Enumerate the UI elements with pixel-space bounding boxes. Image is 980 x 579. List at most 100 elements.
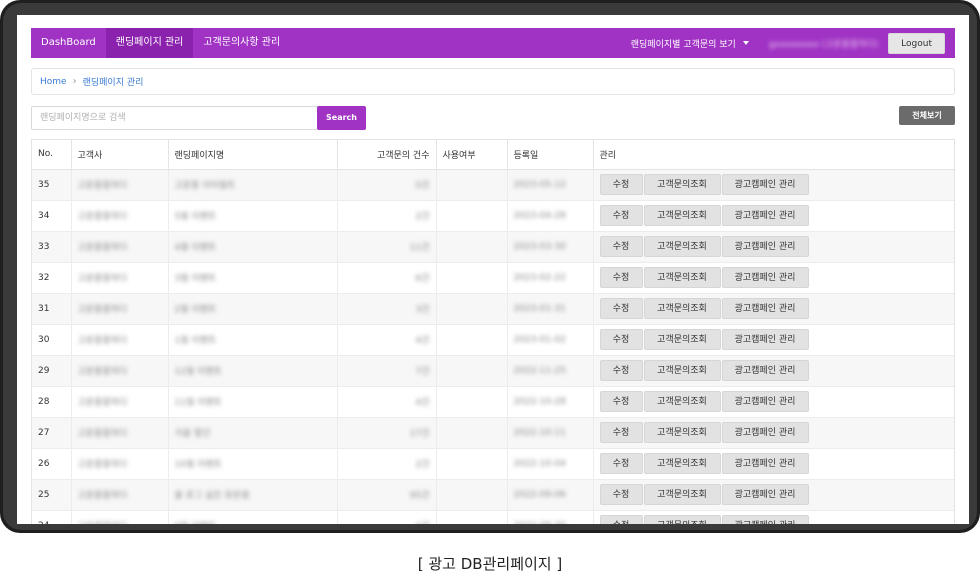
header-no: No. <box>32 140 72 170</box>
cell-usage <box>436 230 508 262</box>
chevron-right-icon: › <box>72 76 77 87</box>
table-row: 26 고운몽몽하다 10월 이벤트 2건 2022-10-04 수정 고객문의조회 광고캠페인… <box>32 447 954 479</box>
manage-campaign-button[interactable]: 광고캠페인 관리 <box>721 236 809 257</box>
view-inquiries-button[interactable]: 고객문의조회 <box>643 329 721 350</box>
manage-campaign-button[interactable]: 광고캠페인 관리 <box>721 484 809 505</box>
header-inquiry-count: 고객문의 건수 <box>337 140 437 170</box>
table-row: 28 고운몽몽하다 11월 이벤트 4건 2022-10-28 수정 고객문의조회 광고캠페인… <box>32 385 954 417</box>
view-inquiries-button[interactable]: 고객문의조회 <box>643 267 721 288</box>
cell-inquiry-count-text: 2건 <box>415 460 430 470</box>
cell-no: 32 <box>32 261 72 293</box>
cell-client: 고운몽몽하다 <box>71 292 169 324</box>
edit-button[interactable]: 수정 <box>599 391 643 412</box>
cell-date-text: 2023-02-22 <box>513 272 566 283</box>
cell-no: 28 <box>32 385 72 417</box>
manage-campaign-button[interactable]: 광고캠페인 관리 <box>721 422 809 443</box>
breadcrumb-home[interactable]: Home <box>40 77 67 87</box>
cell-date: 2023-01-31 <box>507 292 594 324</box>
cell-usage <box>436 168 508 200</box>
manage-campaign-button[interactable]: 광고캠페인 관리 <box>721 205 809 226</box>
view-inquiries-button[interactable]: 고객문의조회 <box>643 453 721 474</box>
nav-inquiry-management[interactable]: 고객문의사항 관리 <box>193 28 290 58</box>
cell-date: 2022-08-30 <box>507 509 594 524</box>
table-row: 35 고운몽몽하다 고운몽 이어월트 0건 2023-05-12 수정 고객문의조회 광고캠페… <box>32 168 954 200</box>
table-body: 35 고운몽몽하다 고운몽 이어월트 0건 2023-05-12 수정 고객문의조회 광고캠페… <box>32 168 954 524</box>
view-inquiries-button[interactable]: 고객문의조회 <box>643 484 721 505</box>
cell-client: 고운몽몽하다 <box>71 416 169 448</box>
cell-no: 33 <box>32 230 72 262</box>
cell-date-text: 2022-10-11 <box>513 427 566 438</box>
view-inquiries-button[interactable]: 고객문의조회 <box>643 205 721 226</box>
logout-button[interactable]: Logout <box>888 32 945 54</box>
cell-page-name-text: 12월 이벤트 <box>174 367 222 377</box>
manage-campaign-button[interactable]: 광고캠페인 관리 <box>721 267 809 288</box>
cell-client: 고운몽몽하다 <box>71 385 169 417</box>
search-input[interactable] <box>31 106 318 130</box>
edit-button[interactable]: 수정 <box>599 329 643 350</box>
view-inquiries-button[interactable]: 고객문의조회 <box>643 236 721 257</box>
cell-no-text: 26 <box>38 458 50 469</box>
cell-inquiry-count-text: 17건 <box>409 429 430 439</box>
view-inquiries-button[interactable]: 고객문의조회 <box>643 422 721 443</box>
cell-date: 2023-05-12 <box>507 168 594 200</box>
cell-page-name-text: 4월 이벤트 <box>174 243 217 253</box>
cell-inquiry-count-text: 3건 <box>415 305 430 315</box>
edit-button[interactable]: 수정 <box>599 236 643 257</box>
cell-usage <box>436 509 508 524</box>
cell-actions: 수정고객문의조회광고캠페인 관리 <box>593 292 954 324</box>
edit-button[interactable]: 수정 <box>599 267 643 288</box>
edit-button[interactable]: 수정 <box>599 422 643 443</box>
edit-button[interactable]: 수정 <box>599 205 643 226</box>
view-inquiries-button[interactable]: 고객문의조회 <box>643 174 721 195</box>
edit-button[interactable]: 수정 <box>599 453 643 474</box>
cell-client-text: 고운몽몽하다 <box>77 398 128 408</box>
cell-usage <box>436 292 508 324</box>
edit-button[interactable]: 수정 <box>599 298 643 319</box>
cell-actions: 수정고객문의조회광고캠페인 관리 <box>593 199 954 231</box>
inquiry-by-page-dropdown[interactable]: 랜딩페이지별 고객문의 보기 <box>621 28 759 58</box>
cell-inquiry-count: 7건 <box>337 354 437 386</box>
nav-landing-page-management[interactable]: 랜딩페이지 관리 <box>105 28 194 58</box>
cell-page-name: 올 로그 실은 뮤온썸 <box>168 478 338 510</box>
cell-client: 고운몽몽하다 <box>71 478 169 510</box>
manage-campaign-button[interactable]: 광고캠페인 관리 <box>721 453 809 474</box>
manage-campaign-button[interactable]: 광고캠페인 관리 <box>721 174 809 195</box>
cell-no-text: 33 <box>38 241 50 252</box>
cell-usage <box>436 416 508 448</box>
view-inquiries-button[interactable]: 고객문의조회 <box>643 391 721 412</box>
view-inquiries-button[interactable]: 고객문의조회 <box>643 360 721 381</box>
breadcrumb-current[interactable]: 랜딩페이지 관리 <box>83 75 144 88</box>
cell-inquiry-count-text: 11건 <box>409 243 430 253</box>
cell-actions: 수정고객문의조회광고캠페인 관리 <box>593 354 954 386</box>
edit-button[interactable]: 수정 <box>599 484 643 505</box>
edit-button[interactable]: 수정 <box>599 360 643 381</box>
header-date: 등록일 <box>507 140 594 170</box>
cell-client-text: 고운몽몽하다 <box>77 336 128 346</box>
edit-button[interactable]: 수정 <box>599 515 643 524</box>
cell-no-text: 27 <box>38 427 50 438</box>
view-inquiries-button[interactable]: 고객문의조회 <box>643 298 721 319</box>
cell-inquiry-count: 2건 <box>337 199 437 231</box>
cell-no: 25 <box>32 478 72 510</box>
manage-campaign-button[interactable]: 광고캠페인 관리 <box>721 515 809 524</box>
cell-client: 고운몽몽하다 <box>71 230 169 262</box>
view-all-button[interactable]: 전체보기 <box>899 106 955 125</box>
table-row: 29 고운몽몽하다 12월 이벤트 7건 2022-11-25 수정 고객문의조회 광고캠페인… <box>32 354 954 386</box>
cell-date: 2023-01-02 <box>507 323 594 355</box>
breadcrumb: Home › 랜딩페이지 관리 <box>31 68 955 95</box>
manage-campaign-button[interactable]: 광고캠페인 관리 <box>721 298 809 319</box>
caret-down-icon <box>742 41 749 45</box>
view-inquiries-button[interactable]: 고객문의조회 <box>643 515 721 524</box>
cell-inquiry-count: 2건 <box>337 447 437 479</box>
cell-client-text: 고운몽몽하다 <box>77 274 128 284</box>
nav-dashboard[interactable]: DashBoard <box>31 28 106 58</box>
header-client: 고객사 <box>71 140 169 170</box>
edit-button[interactable]: 수정 <box>599 174 643 195</box>
cell-date-text: 2023-01-31 <box>513 303 566 314</box>
manage-campaign-button[interactable]: 광고캠페인 관리 <box>721 329 809 350</box>
search-button[interactable]: Search <box>317 106 366 130</box>
table-row: 25 고운몽몽하다 올 로그 실은 뮤온썸 95건 2022-09-06 수정 고객문의조회… <box>32 478 954 510</box>
manage-campaign-button[interactable]: 광고캠페인 관리 <box>721 391 809 412</box>
manage-campaign-button[interactable]: 광고캠페인 관리 <box>721 360 809 381</box>
cell-date-text: 2022-08-30 <box>514 521 566 524</box>
